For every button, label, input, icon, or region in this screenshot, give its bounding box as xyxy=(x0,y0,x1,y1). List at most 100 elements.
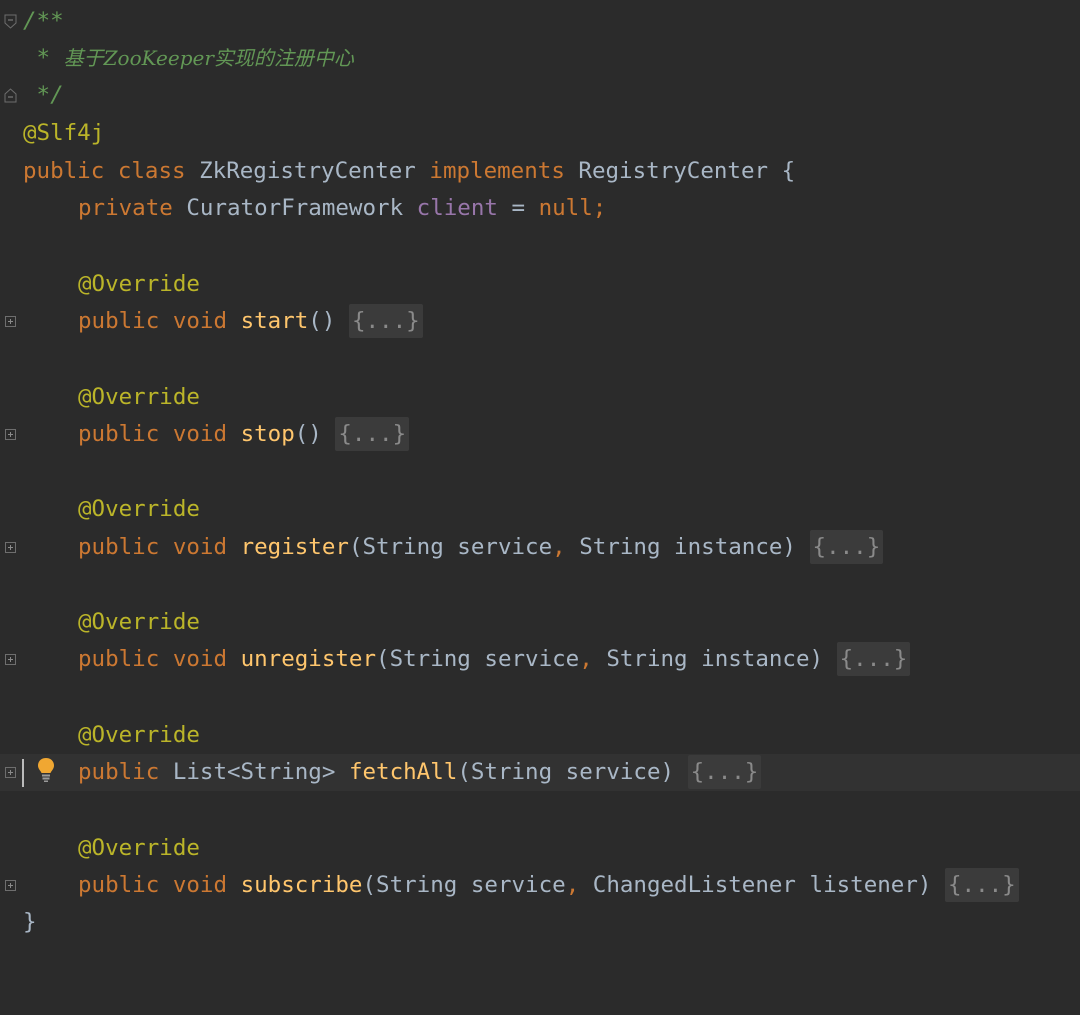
field-declaration: private CuratorFramework client = null; xyxy=(23,190,606,227)
folded-body[interactable]: {...} xyxy=(687,755,762,789)
folded-body[interactable]: {...} xyxy=(335,417,410,451)
param-comma: , xyxy=(552,534,566,560)
annotation-override: @Override xyxy=(23,830,200,867)
fold-marker-icon[interactable] xyxy=(5,542,16,553)
keyword-public: public xyxy=(78,308,160,334)
code-line: */ xyxy=(0,77,1080,114)
fold-marker-icon[interactable] xyxy=(5,880,16,891)
method-params: (String service) xyxy=(457,759,675,785)
code-line: @Override xyxy=(0,604,1080,641)
code-line: public void subscribe(String service, Ch… xyxy=(0,867,1080,904)
override-text: @Override xyxy=(78,384,200,410)
return-type: void xyxy=(172,308,228,334)
keyword-private: private xyxy=(78,195,173,221)
method-name: register xyxy=(240,534,349,560)
method-param-2: String instance) xyxy=(592,646,824,672)
code-line: /** xyxy=(0,3,1080,40)
keyword-class: class xyxy=(117,158,186,184)
method-param-1: (String service xyxy=(348,534,553,560)
assign-op: = xyxy=(497,195,539,221)
method-name: start xyxy=(240,308,309,334)
code-line: public void unregister(String service, S… xyxy=(0,641,1080,678)
annotation-override: @Override xyxy=(23,379,200,416)
method-name: unregister xyxy=(240,646,377,672)
code-line: public void register(String service, Str… xyxy=(0,529,1080,566)
keyword-public: public xyxy=(78,759,160,785)
code-line: public void stop() {...} xyxy=(0,416,1080,453)
doc-comment-body: * 基于ZooKeeper实现的注册中心 xyxy=(23,40,354,77)
return-type: List<String> xyxy=(172,759,336,785)
override-text: @Override xyxy=(78,835,200,861)
method-param-1: (String service xyxy=(362,872,566,898)
annotation-override: @Override xyxy=(23,491,200,528)
method-param-2: ChangedListener listener) xyxy=(579,872,932,898)
folded-body[interactable]: {...} xyxy=(944,868,1019,902)
class-close-brace: } xyxy=(23,909,37,935)
param-comma: , xyxy=(565,872,580,898)
code-line: public class ZkRegistryCenter implements… xyxy=(0,153,1080,190)
field-name: client xyxy=(416,195,498,221)
class-declaration: public class ZkRegistryCenter implements… xyxy=(23,153,795,190)
semicolon: ; xyxy=(592,195,607,221)
folded-body[interactable]: {...} xyxy=(809,530,884,564)
code-line: private CuratorFramework client = null; xyxy=(0,190,1080,227)
code-editor[interactable]: /** * 基于ZooKeeper实现的注册中心 */ @Slf4j publi… xyxy=(0,0,1080,968)
code-line: public void start() {...} xyxy=(0,303,1080,340)
fold-close-icon[interactable] xyxy=(4,88,17,103)
code-line: } xyxy=(0,904,1080,941)
doc-comment-open: /** xyxy=(23,8,64,34)
keyword-null: null xyxy=(538,195,593,221)
code-line: @Slf4j xyxy=(0,115,1080,152)
annotation-slf4j: @Slf4j xyxy=(23,120,105,146)
override-text: @Override xyxy=(78,609,200,635)
current-line: public List<String> fetchAll(String serv… xyxy=(0,754,1080,791)
keyword-implements: implements xyxy=(429,158,565,184)
doc-comment-close-text: */ xyxy=(36,82,64,108)
fold-marker-icon[interactable] xyxy=(5,429,16,440)
doc-comment-star: * xyxy=(36,45,64,71)
keyword-public: public xyxy=(78,646,160,672)
method-register: public void register(String service, Str… xyxy=(23,529,884,566)
field-type: CuratorFramework xyxy=(186,195,404,221)
code-line: @Override xyxy=(0,491,1080,528)
override-text: @Override xyxy=(78,271,200,297)
fold-marker-icon[interactable] xyxy=(5,654,16,665)
return-type: void xyxy=(172,534,228,560)
folded-body[interactable]: {...} xyxy=(836,642,911,676)
code-line: @Override xyxy=(0,379,1080,416)
param-comma: , xyxy=(579,646,593,672)
keyword-public: public xyxy=(78,421,160,447)
annotation-override: @Override xyxy=(23,266,200,303)
return-type: void xyxy=(172,646,228,672)
doc-comment-close: */ xyxy=(23,77,64,114)
annotation-override: @Override xyxy=(23,717,200,754)
code-line: * 基于ZooKeeper实现的注册中心 xyxy=(0,40,1080,77)
interface-name: RegistryCenter xyxy=(578,158,769,184)
annotation-override: @Override xyxy=(23,604,200,641)
fold-marker-icon[interactable] xyxy=(5,767,16,778)
fold-open-icon[interactable] xyxy=(4,14,17,29)
method-unregister: public void unregister(String service, S… xyxy=(23,641,911,678)
keyword-public: public xyxy=(78,534,160,560)
class-open-brace: { xyxy=(781,158,796,184)
code-line: @Override xyxy=(0,830,1080,867)
method-name: fetchAll xyxy=(348,759,458,785)
return-type: void xyxy=(172,421,228,447)
method-subscribe: public void subscribe(String service, Ch… xyxy=(23,867,1019,904)
override-text: @Override xyxy=(78,722,200,748)
folded-body[interactable]: {...} xyxy=(348,304,423,338)
method-start: public void start() {...} xyxy=(23,303,423,340)
method-stop: public void stop() {...} xyxy=(23,416,410,453)
method-name: stop xyxy=(240,421,295,447)
method-fetchall: public List<String> fetchAll(String serv… xyxy=(23,754,762,791)
keyword-public: public xyxy=(78,872,160,898)
override-text: @Override xyxy=(78,496,200,522)
code-line: @Override xyxy=(0,717,1080,754)
doc-comment-text: 基于ZooKeeper实现的注册中心 xyxy=(63,46,354,70)
return-type: void xyxy=(172,872,228,898)
method-params: () xyxy=(308,308,336,334)
fold-marker-icon[interactable] xyxy=(5,316,16,327)
method-param-2: String instance) xyxy=(565,534,796,560)
method-param-1: (String service xyxy=(376,646,580,672)
code-line: @Override xyxy=(0,266,1080,303)
